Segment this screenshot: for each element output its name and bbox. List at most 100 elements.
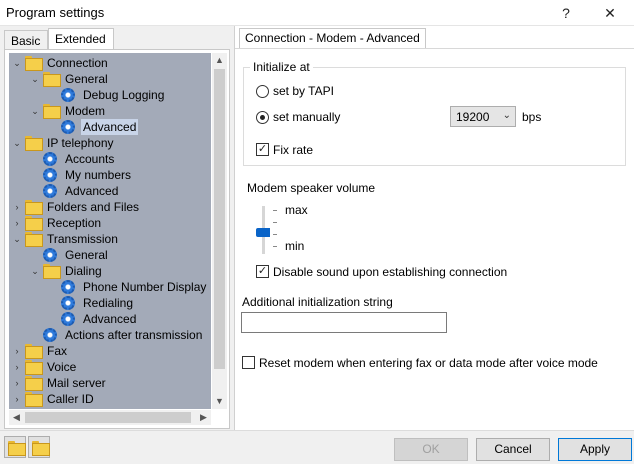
init-string-input[interactable] bbox=[241, 312, 447, 333]
expander-icon[interactable]: › bbox=[11, 215, 23, 231]
disable-sound-label[interactable]: Disable sound upon establishing connecti… bbox=[273, 265, 507, 279]
speed-select[interactable]: 19200 ⌄ bbox=[450, 106, 516, 127]
tree-item-label: Advanced bbox=[65, 184, 119, 198]
tree-horizontal-scrollbar[interactable]: ◀ ▶ bbox=[9, 410, 211, 425]
tree-item-label: Advanced bbox=[81, 119, 139, 135]
expander-icon[interactable]: › bbox=[11, 391, 23, 407]
expander-icon[interactable]: › bbox=[11, 343, 23, 359]
speaker-volume-title: Modem speaker volume bbox=[247, 181, 376, 195]
init-string-label: Additional initialization string bbox=[242, 295, 393, 309]
chevron-down-icon[interactable]: ⌄ bbox=[503, 110, 511, 121]
scroll-left-icon[interactable]: ◀ bbox=[9, 410, 24, 425]
tree-item-label: My numbers bbox=[65, 168, 132, 182]
expander-icon bbox=[29, 247, 41, 263]
scroll-right-icon[interactable]: ▶ bbox=[196, 410, 211, 425]
apply-button[interactable]: Apply bbox=[558, 438, 632, 461]
tree-vertical-scrollbar[interactable]: ▲ ▼ bbox=[212, 53, 227, 409]
window-title: Program settings bbox=[6, 5, 105, 20]
tree-item-label: IP telephony bbox=[47, 136, 114, 150]
volume-min-label: min bbox=[285, 239, 305, 253]
folder-icon bbox=[25, 200, 43, 215]
settings-tree-panel: ⌄ Connection ⌄ General Debug Logging ⌄ M… bbox=[4, 49, 230, 429]
expander-icon bbox=[29, 327, 41, 343]
gear-icon bbox=[43, 328, 59, 342]
slider-tick bbox=[273, 222, 277, 223]
tree-item-label: Redialing bbox=[83, 296, 134, 310]
folder-icon bbox=[25, 376, 43, 391]
tab-divider bbox=[235, 48, 634, 49]
open-folder-alt-button[interactable] bbox=[28, 436, 50, 458]
folder-icon bbox=[25, 360, 43, 375]
tab-extended[interactable]: Extended bbox=[48, 28, 114, 49]
folder-icon bbox=[25, 392, 43, 407]
set-by-tapi-radio[interactable] bbox=[256, 85, 269, 98]
folder-icon bbox=[25, 56, 43, 71]
expander-icon[interactable]: › bbox=[11, 359, 23, 375]
gear-icon bbox=[61, 120, 77, 134]
reset-modem-label[interactable]: Reset modem when entering fax or data mo… bbox=[259, 356, 598, 370]
volume-max-label: max bbox=[285, 203, 308, 217]
title-bar: Program settings ? ✕ bbox=[0, 0, 634, 26]
expander-icon bbox=[47, 295, 59, 311]
expander-icon[interactable]: ⌄ bbox=[11, 231, 23, 247]
cancel-button[interactable]: Cancel bbox=[476, 438, 550, 461]
gear-icon bbox=[43, 152, 59, 166]
gear-icon bbox=[61, 296, 77, 310]
expander-icon bbox=[47, 279, 59, 295]
page-title-tab: Connection - Modem - Advanced bbox=[239, 28, 426, 48]
expander-icon[interactable]: ⌄ bbox=[29, 103, 41, 119]
folder-icon bbox=[43, 72, 61, 87]
gear-icon bbox=[61, 280, 77, 294]
scroll-thumb[interactable] bbox=[25, 412, 191, 423]
scroll-up-icon[interactable]: ▲ bbox=[212, 53, 227, 68]
tree-item-label: Advanced bbox=[83, 312, 137, 326]
expander-icon bbox=[47, 87, 59, 103]
expander-icon bbox=[47, 119, 59, 135]
expander-icon bbox=[29, 151, 41, 167]
slider-tick bbox=[273, 210, 277, 211]
set-manually-label[interactable]: set manually bbox=[273, 110, 340, 124]
close-button[interactable]: ✕ bbox=[588, 0, 632, 26]
open-folder-button[interactable] bbox=[4, 436, 26, 458]
expander-icon[interactable]: ⌄ bbox=[29, 71, 41, 87]
tab-basic[interactable]: Basic bbox=[4, 30, 48, 49]
tree-item-label: Connection bbox=[47, 56, 108, 70]
expander-icon[interactable]: › bbox=[11, 199, 23, 215]
expander-icon[interactable]: ⌄ bbox=[11, 135, 23, 151]
speed-unit: bps bbox=[522, 110, 542, 124]
ok-button[interactable]: OK bbox=[394, 438, 468, 461]
tree-item-label: Reception bbox=[47, 216, 102, 230]
expander-icon[interactable]: › bbox=[11, 375, 23, 391]
tree-item-label: Debug Logging bbox=[83, 88, 165, 102]
reset-modem-checkbox[interactable] bbox=[242, 356, 255, 369]
gear-icon bbox=[43, 248, 59, 262]
set-by-tapi-label[interactable]: set by TAPI bbox=[273, 84, 334, 98]
folder-icon bbox=[43, 104, 61, 119]
set-manually-radio[interactable] bbox=[256, 111, 269, 124]
expander-icon[interactable]: ⌄ bbox=[29, 263, 41, 279]
folder-icon bbox=[43, 264, 61, 279]
folder-icon bbox=[25, 344, 43, 359]
slider-tick bbox=[273, 246, 277, 247]
expander-icon bbox=[47, 311, 59, 327]
gear-icon bbox=[43, 184, 59, 198]
help-button[interactable]: ? bbox=[544, 0, 588, 26]
folder-icon bbox=[8, 441, 26, 456]
scroll-thumb[interactable] bbox=[214, 69, 225, 369]
speaker-volume-thumb[interactable] bbox=[256, 227, 270, 237]
tree-item-label: Actions after transmission bbox=[65, 328, 203, 342]
settings-tree[interactable]: ⌄ Connection ⌄ General Debug Logging ⌄ M… bbox=[9, 53, 211, 409]
settings-page: Connection - Modem - Advanced Initialize… bbox=[234, 26, 634, 430]
tree-item-label: Fax bbox=[47, 344, 68, 358]
speed-value: 19200 bbox=[456, 110, 490, 124]
tree-item-label: General bbox=[65, 248, 108, 262]
folder-icon bbox=[25, 216, 43, 231]
fix-rate-label[interactable]: Fix rate bbox=[273, 143, 313, 157]
fix-rate-checkbox[interactable]: ✓ bbox=[256, 143, 269, 156]
gear-icon bbox=[43, 168, 59, 182]
tree-item-label: General bbox=[65, 72, 108, 86]
disable-sound-checkbox[interactable]: ✓ bbox=[256, 265, 269, 278]
folder-icon bbox=[25, 232, 43, 247]
expander-icon[interactable]: ⌄ bbox=[11, 55, 23, 71]
scroll-down-icon[interactable]: ▼ bbox=[212, 394, 227, 409]
